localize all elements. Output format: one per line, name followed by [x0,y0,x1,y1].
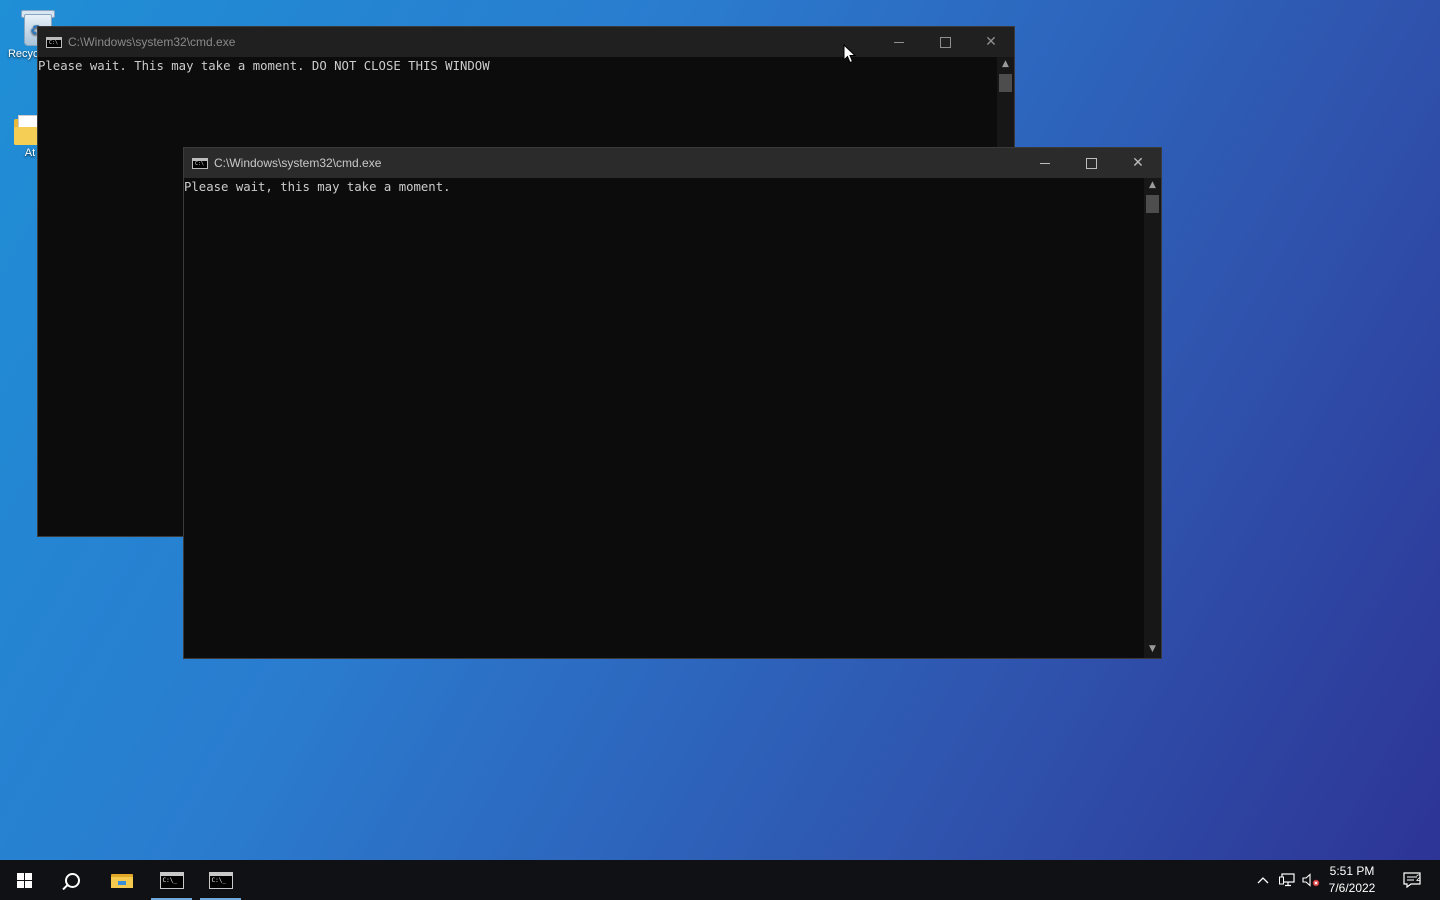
minimize-button[interactable] [876,27,922,57]
volume-muted-icon [1302,873,1320,887]
maximize-button[interactable] [1068,148,1114,178]
scroll-thumb[interactable] [1146,195,1159,213]
chevron-up-icon [1257,877,1269,884]
window-title: C:\Windows\system32\cmd.exe [214,156,382,170]
windows-logo-icon [16,872,32,888]
volume-button[interactable] [1300,860,1322,900]
search-icon [64,872,80,888]
console-output[interactable]: Please wait, this may take a moment. [184,178,1144,658]
cmd-icon: C:\_ [159,871,184,889]
scroll-up-arrow-icon[interactable]: ▲ [1144,178,1161,192]
window-title: C:\Windows\system32\cmd.exe [68,35,236,49]
taskbar: C:\_ C:\_ 5:51 PM 7/6/2022 2 [0,860,1440,900]
show-hidden-icons-button[interactable] [1252,860,1274,900]
cmd-icon: C:\ [46,36,62,48]
cmd-icon: C:\ [192,157,208,169]
clock-date: 7/6/2022 [1328,881,1376,895]
cmd-window-front[interactable]: C:\ C:\Windows\system32\cmd.exe ✕ Please… [183,147,1162,659]
clock-time: 5:51 PM [1329,864,1375,878]
start-button[interactable] [0,860,48,900]
taskbar-cmd-2[interactable]: C:\_ [200,860,241,900]
clock[interactable]: 5:51 PM 7/6/2022 [1322,860,1382,900]
folder-icon [111,872,133,888]
network-button[interactable] [1276,860,1298,900]
network-icon [1279,873,1295,887]
title-bar[interactable]: C:\ C:\Windows\system32\cmd.exe ✕ [38,27,1014,57]
close-button[interactable]: ✕ [968,27,1014,57]
maximize-button[interactable] [922,27,968,57]
search-button[interactable] [48,860,96,900]
minimize-button[interactable] [1022,148,1068,178]
scroll-up-arrow-icon[interactable]: ▲ [997,57,1014,71]
close-button[interactable]: ✕ [1115,148,1161,178]
mouse-cursor-icon [843,44,857,64]
taskbar-cmd-1[interactable]: C:\_ [151,860,192,900]
notification-count-badge: 2 [1415,873,1421,883]
scroll-down-arrow-icon[interactable]: ▼ [1144,642,1161,656]
scroll-thumb[interactable] [999,74,1012,92]
vertical-scrollbar[interactable]: ▲ ▼ [1144,178,1161,658]
taskbar-file-explorer[interactable] [98,860,146,900]
action-center-button[interactable]: 2 [1392,860,1432,900]
title-bar[interactable]: C:\ C:\Windows\system32\cmd.exe ✕ [184,148,1161,178]
cmd-icon: C:\_ [208,871,233,889]
